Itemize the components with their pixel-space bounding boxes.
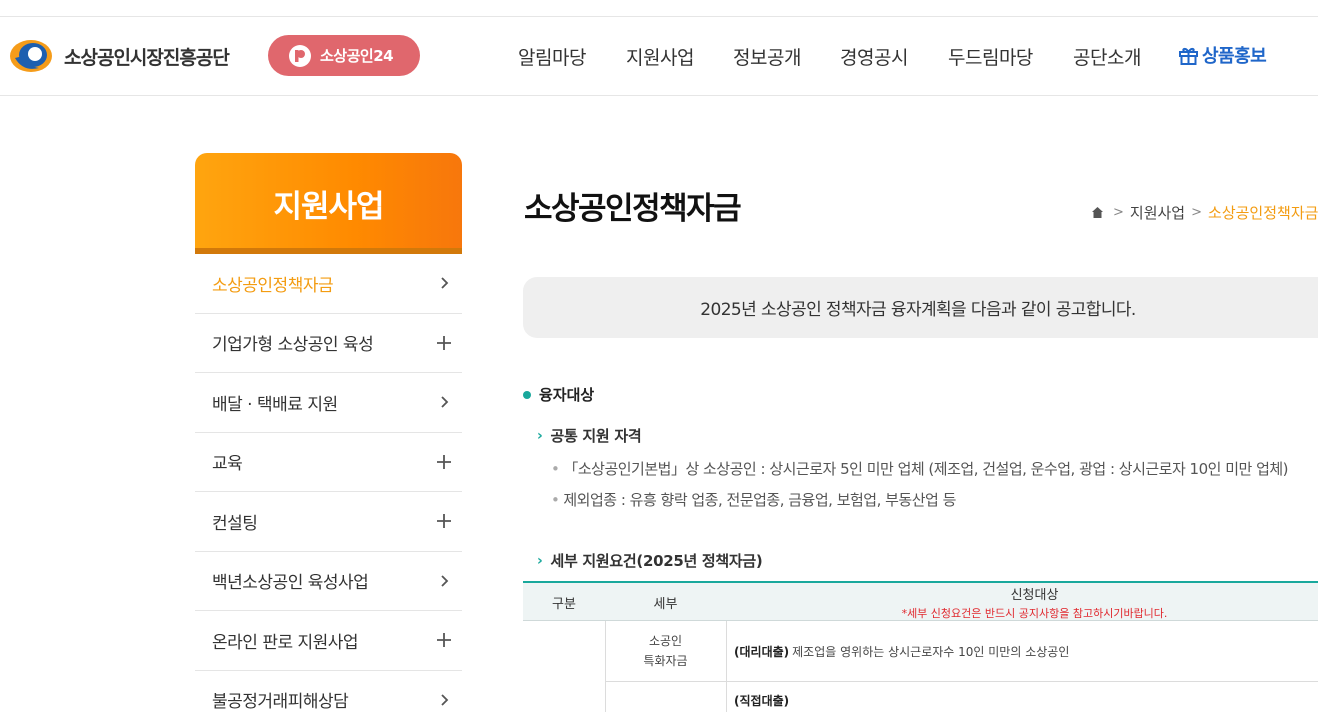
table-row: 소공인 특화자금 (대리대출) 제조업을 영위하는 상시근로자수 10인 미만의… — [605, 621, 1318, 682]
site-logo[interactable]: 소상공인시장진흥공단 — [9, 38, 230, 74]
sidebar-item-label: 백년소상공인 육성사업 — [212, 573, 369, 594]
chevron-right-icon — [434, 571, 454, 591]
subsection-detail-requirements: › 세부 지원요건(2025년 정책자금) — [537, 550, 763, 571]
logo-mark-icon — [9, 38, 53, 74]
sidebar-item-policy-fund[interactable]: 소상공인정책자금 — [195, 254, 462, 314]
breadcrumb: > 지원사업 > 소상공인정책자금 — [1091, 202, 1318, 223]
nav-management-disclosure[interactable]: 경영공시 — [840, 43, 908, 70]
sosanggongin24-button[interactable]: 소상공인24 — [268, 35, 420, 76]
table-cell-target: (대리대출) 제조업을 영위하는 상시근로자수 10인 미만의 소상공인 — [734, 621, 1318, 681]
notice-banner: 2025년 소상공인 정책자금 융자계획을 다음과 같이 공고합니다. — [523, 277, 1318, 338]
breadcrumb-separator: > — [1191, 205, 1203, 220]
home-icon[interactable] — [1091, 206, 1104, 219]
table-cell-detail: 소공인 특화자금 — [605, 621, 726, 681]
page-title: 소상공인정책자금 — [524, 191, 742, 227]
plus-icon — [434, 452, 454, 472]
chevron-right-icon — [434, 392, 454, 412]
plus-icon — [434, 511, 454, 531]
sidebar-item-label: 불공정거래피해상담 — [212, 692, 349, 712]
section-title: 융자대상 — [523, 384, 594, 405]
sidebar-item-online-sales[interactable]: 온라인 판로 지원사업 — [195, 611, 462, 671]
notice-text: 2025년 소상공인 정책자금 융자계획을 다음과 같이 공고합니다. — [700, 300, 1136, 320]
nav-notice[interactable]: 알림마당 — [518, 43, 586, 70]
nav-support[interactable]: 지원사업 — [626, 43, 694, 70]
column-header-target: 신청대상 *세부 신청요건은 반드시 공지사항을 참고하시기바랍니다. — [726, 583, 1318, 621]
column-header-detail: 세부 — [653, 596, 678, 612]
bullet-dot-icon: • — [551, 491, 560, 509]
sidebar-header: 지원사업 — [195, 153, 462, 253]
detail-line: 소공인 — [648, 634, 683, 648]
table-header: 구분 세부 신청대상 *세부 신청요건은 반드시 공지사항을 참고하시기바랍니다… — [523, 581, 1318, 621]
table-row: (직접대출) — [726, 682, 1318, 712]
bullet-text: 「소상공인기본법」상 소상공인 : 상시근로자 5인 미만 업체 (제조업, 건… — [563, 460, 1289, 478]
top-utility-bar — [0, 0, 1318, 17]
sidebar-item-label: 배달 · 택배료 지원 — [212, 394, 338, 415]
site-header: 소상공인시장진흥공단 소상공인24 알림마당 지원사업 정보공개 경영공시 두드… — [0, 17, 1318, 96]
nav-dodream[interactable]: 두드림마당 — [948, 43, 1033, 70]
sidebar-menu: 소상공인정책자금 기업가형 소상공인 육성 배달 · 택배료 지원 교육 컨설팅… — [195, 254, 462, 712]
subsection-title: 세부 지원요건(2025년 정책자금) — [550, 552, 763, 570]
sidebar-item-entrepreneur[interactable]: 기업가형 소상공인 육성 — [195, 314, 462, 373]
sidebar-item-education[interactable]: 교육 — [195, 433, 462, 492]
chevron-right-icon: › — [537, 427, 543, 444]
breadcrumb-current: 소상공인정책자금 — [1208, 204, 1318, 222]
bullet-item: • 「소상공인기본법」상 소상공인 : 상시근로자 5인 미만 업체 (제조업, … — [551, 458, 1289, 479]
bullet-text: 제외업종 : 유흥 향락 업종, 전문업종, 금융업, 보험업, 부동산업 등 — [563, 491, 956, 509]
column-header-category: 구분 — [552, 596, 576, 612]
section-title-text: 융자대상 — [539, 386, 595, 404]
subsection-common-eligibility: › 공통 지원 자격 — [537, 425, 642, 446]
bullet-item: • 제외업종 : 유흥 향락 업종, 전문업종, 금융업, 보험업, 부동산업 등 — [551, 489, 956, 510]
bullet-dot-icon: • — [551, 460, 560, 478]
sidebar-item-hundred-year[interactable]: 백년소상공인 육성사업 — [195, 552, 462, 611]
pill-label: 소상공인24 — [320, 47, 394, 65]
sidebar-item-unfair-trade[interactable]: 불공정거래피해상담 — [195, 671, 462, 712]
breadcrumb-separator: > — [1113, 205, 1124, 220]
sidebar-item-label: 컨설팅 — [212, 513, 258, 534]
nav-info-disclosure[interactable]: 정보공개 — [733, 43, 801, 70]
subsection-title: 공통 지원 자격 — [550, 427, 642, 445]
chevron-right-icon: › — [537, 552, 543, 569]
loan-type-tag: (직접대출) — [734, 694, 790, 708]
plus-icon — [434, 630, 454, 650]
sidebar-title: 지원사업 — [273, 188, 384, 225]
detail-line: 특화자금 — [643, 654, 688, 668]
chevron-right-icon — [434, 690, 454, 710]
column-header-note: *세부 신청요건은 반드시 공지사항을 참고하시기바랍니다. — [901, 606, 1168, 620]
sidebar-item-consulting[interactable]: 컨설팅 — [195, 492, 462, 552]
nav-promo-link[interactable]: 상품홍보 — [1178, 42, 1267, 68]
sidebar-item-label: 소상공인정책자금 — [212, 275, 334, 296]
sidebar-item-label: 교육 — [212, 454, 243, 475]
promo-label: 상품홍보 — [1202, 46, 1267, 67]
loan-type-tag: (대리대출) — [734, 644, 790, 659]
sidebar-item-label: 기업가형 소상공인 육성 — [212, 335, 374, 356]
column-header-target-label: 신청대상 — [1010, 587, 1059, 603]
plus-icon — [434, 333, 454, 353]
table-cell-target: (직접대출) — [734, 682, 1318, 712]
target-text: 제조업을 영위하는 상시근로자수 10인 미만의 소상공인 — [792, 644, 1070, 659]
gift-icon — [1179, 47, 1198, 65]
sidebar-item-delivery[interactable]: 배달 · 택배료 지원 — [195, 373, 462, 433]
chevron-right-icon — [434, 273, 454, 293]
breadcrumb-support[interactable]: 지원사업 — [1130, 202, 1185, 223]
logo-text: 소상공인시장진흥공단 — [64, 46, 230, 69]
p-logo-icon — [289, 44, 311, 67]
nav-about[interactable]: 공단소개 — [1073, 43, 1141, 70]
section-dot-icon — [523, 390, 531, 399]
sidebar-item-label: 온라인 판로 지원사업 — [212, 632, 359, 653]
